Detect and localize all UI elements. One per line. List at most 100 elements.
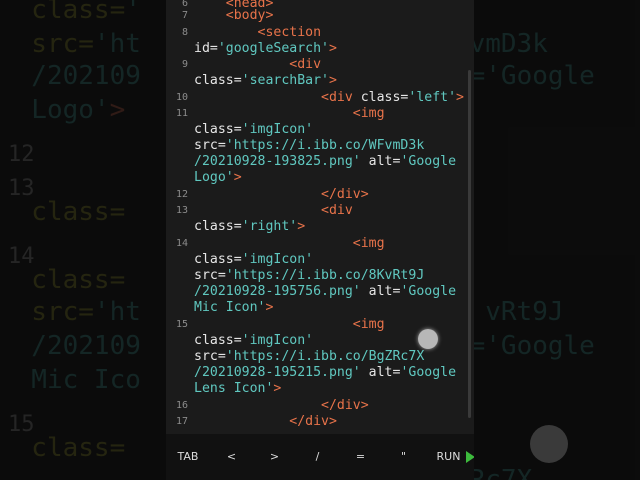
code-line: Logo'>	[194, 170, 242, 186]
code-token: class=	[194, 333, 242, 348]
code-token: 'imgIcon'	[241, 122, 314, 137]
run-button[interactable]: RUN	[425, 434, 474, 480]
code-token: <div	[194, 203, 353, 218]
left-shade	[0, 0, 166, 480]
code-token: </div>	[194, 414, 337, 429]
code-token: >	[456, 90, 464, 105]
code-line: </div>	[194, 398, 369, 414]
line-number: 16	[175, 400, 188, 411]
code-line: <img	[194, 106, 385, 122]
code-token: <div	[194, 57, 322, 72]
code-line: <body>	[194, 8, 274, 24]
code-token: alt=	[360, 284, 401, 299]
code-line: <section	[194, 25, 322, 41]
background-circle-button	[530, 425, 568, 463]
slash-key[interactable]: /	[296, 434, 339, 480]
code-token: 'Google	[400, 365, 457, 380]
code-line: class='imgIcon'	[194, 122, 313, 138]
equals-key[interactable]: =	[339, 434, 382, 480]
code-token: <div	[194, 90, 361, 105]
code-token: class=	[194, 219, 242, 234]
code-line: class='imgIcon'	[194, 252, 313, 268]
code-token: 'googleSearch'	[217, 41, 329, 56]
run-label: RUN	[436, 450, 461, 463]
line-number: 8	[181, 27, 188, 38]
code-token: <img	[194, 106, 385, 121]
code-token: <img	[194, 236, 385, 251]
code-line: </div>	[194, 187, 369, 203]
code-line: class='searchBar'>	[194, 73, 337, 89]
code-token: 'searchBar'	[241, 73, 329, 88]
less-than-key[interactable]: <	[210, 434, 253, 480]
code-line: <img	[194, 236, 385, 252]
touch-indicator	[418, 329, 438, 349]
code-token: 'Google	[400, 154, 457, 169]
code-token: 'imgIcon'	[241, 252, 314, 267]
code-token: src=	[194, 268, 226, 283]
code-token: 'https://i.ibb.co/8KvRt9J	[225, 268, 425, 283]
code-line: /20210928-195215.png' alt='Google	[194, 365, 456, 381]
code-token: class=	[360, 90, 409, 105]
line-number: 15	[175, 319, 188, 330]
code-line: <div class='left'>	[194, 90, 464, 106]
code-token: >	[233, 170, 242, 185]
code-line: <div	[194, 203, 353, 219]
code-line: src='https://i.ibb.co/WFvmD3k	[194, 138, 424, 154]
code-token: class=	[194, 73, 242, 88]
quote-key[interactable]: "	[382, 434, 425, 480]
line-number-gutter: 6 7 8 9 10 11 12 13 14 15 16 17	[166, 0, 192, 434]
code-token: >	[273, 381, 282, 396]
code-token: /20210928-193825.png'	[194, 154, 361, 169]
line-number: 13	[175, 205, 188, 216]
code-token: 'Google	[400, 284, 457, 299]
line-number: 7	[181, 10, 188, 21]
line-number: 14	[175, 238, 188, 249]
code-token: 'right'	[241, 219, 298, 234]
code-line: class='imgIcon'	[194, 333, 313, 349]
code-line: </div>	[194, 414, 337, 430]
code-token: 'left'	[408, 90, 457, 105]
greater-than-key[interactable]: >	[253, 434, 296, 480]
right-shade	[474, 0, 640, 480]
code-line: Mic Icon'>	[194, 300, 273, 316]
code-line: src='https://i.ibb.co/8KvRt9J	[194, 268, 424, 284]
line-number: 17	[175, 416, 188, 427]
code-token: >	[328, 73, 337, 88]
extra-keys-toolbar: TAB < > / = " RUN	[166, 434, 474, 480]
line-number: 9	[181, 59, 188, 70]
code-token: </div>	[194, 398, 369, 413]
code-token: >	[328, 41, 337, 56]
code-token: Logo'	[194, 170, 234, 185]
code-line: /20210928-195756.png' alt='Google	[194, 284, 456, 300]
code-token: Mic Icon'	[194, 300, 266, 315]
code-editor-screen: 6 7 8 9 10 11 12 13 14 15 16 17 <head> <body> <sect…	[166, 0, 474, 480]
code-token: alt=	[360, 154, 401, 169]
code-token: src=	[194, 349, 226, 364]
code-token: alt=	[360, 365, 401, 380]
code-line: id='googleSearch'>	[194, 41, 337, 57]
code-token: 'imgIcon'	[241, 333, 314, 348]
code-token: id=	[194, 41, 218, 56]
code-token: src=	[194, 138, 226, 153]
line-number: 11	[175, 108, 188, 119]
code-line: <div	[194, 57, 321, 73]
code-line: src='https://i.ibb.co/BgZRc7X	[194, 349, 424, 365]
code-token: Lens Icon'	[194, 381, 274, 396]
code-token: <img	[194, 317, 385, 332]
code-line: Lens Icon'>	[194, 381, 281, 397]
code-token: class=	[194, 252, 242, 267]
code-token: <section	[194, 25, 322, 40]
line-number: 12	[175, 189, 188, 200]
line-number: 10	[175, 92, 188, 103]
code-line: class='right'>	[194, 219, 305, 235]
code-token: /20210928-195756.png'	[194, 284, 361, 299]
tab-key[interactable]: TAB	[166, 434, 210, 480]
code-token: >	[297, 219, 306, 234]
code-token: /20210928-195215.png'	[194, 365, 361, 380]
code-token: </div>	[194, 187, 369, 202]
vertical-scrollbar[interactable]	[468, 70, 471, 418]
code-token: >	[265, 300, 274, 315]
code-token: <body>	[194, 8, 274, 23]
line-number: 6	[181, 0, 188, 9]
code-token: class=	[194, 122, 242, 137]
